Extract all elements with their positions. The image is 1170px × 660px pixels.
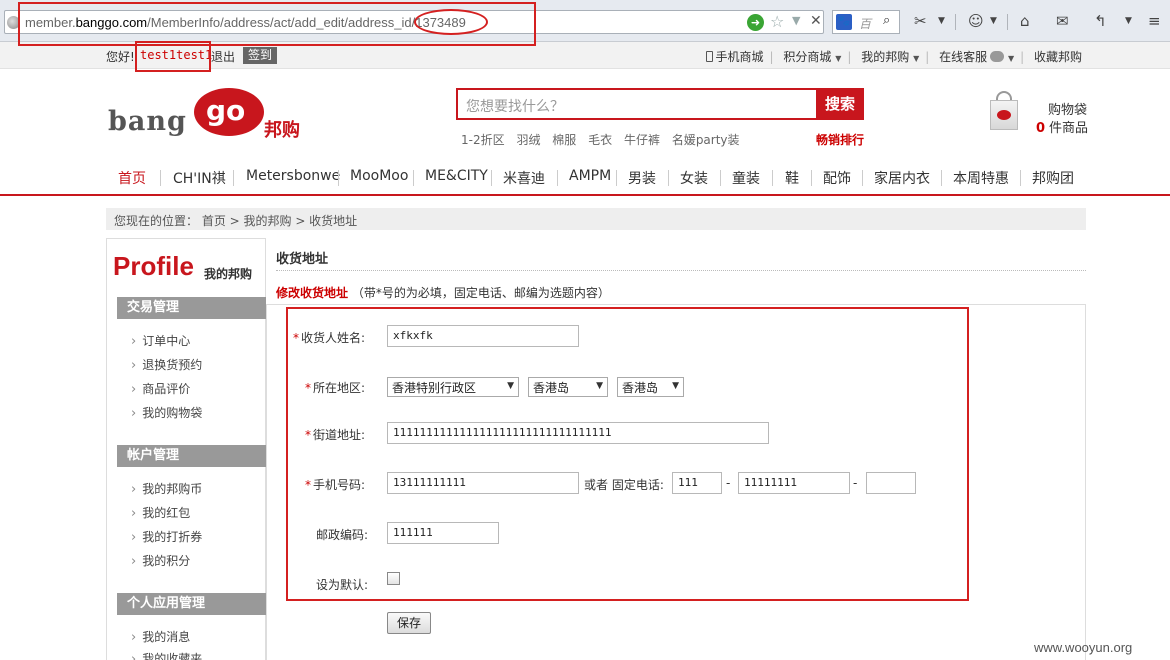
- watermark-text: www.wooyun.org: [1034, 640, 1133, 655]
- nav-item[interactable]: 鞋: [785, 168, 799, 188]
- baidu-icon: 🐾: [836, 14, 852, 30]
- sidebar-item-points[interactable]: 我的积分: [131, 552, 190, 569]
- go-arrow-icon[interactable]: ➜: [747, 14, 764, 31]
- account-sidebar: Profile 我的邦购 交易管理 订单中心 退换货预约 商品评价 我的购物袋 …: [106, 238, 266, 660]
- address-id-highlight: [414, 9, 488, 35]
- chat-bubble-icon: [990, 51, 1005, 62]
- magnifier-icon[interactable]: ⌕: [883, 13, 890, 28]
- hot-word-link[interactable]: 毛衣: [588, 133, 612, 147]
- main-nav: 首页 CH'IN祺 Metersbonwe MooMoo ME&CITY 米喜迪…: [0, 160, 1170, 196]
- chevron-down-icon[interactable]: ▼: [990, 16, 997, 26]
- form-subtitle: 修改收货地址 （带*号的为必填，固定电话、邮编为选题内容）: [276, 286, 610, 300]
- nav-item[interactable]: MooMoo: [350, 168, 408, 184]
- search-engine-label: 百: [859, 17, 872, 31]
- sidebar-item-reviews[interactable]: 商品评价: [131, 380, 190, 397]
- cart-count: 0 件商品: [1036, 121, 1089, 136]
- toolbar-divider: [1007, 14, 1008, 30]
- site-search-input[interactable]: 您想要找什么？: [456, 88, 818, 120]
- menu-icon[interactable]: ≡: [1148, 12, 1161, 30]
- my-banggo-link[interactable]: 我的邦购 ▼: [861, 50, 919, 64]
- cart-label[interactable]: 购物袋: [1048, 99, 1087, 118]
- stop-icon[interactable]: ✕: [810, 13, 822, 29]
- online-service-link[interactable]: 在线客服 ▼: [939, 50, 1014, 64]
- caret-down-icon: ▼: [835, 54, 842, 63]
- reply-icon[interactable]: ↰: [1094, 12, 1107, 30]
- caret-down-icon: ▼: [1007, 54, 1015, 63]
- nav-item[interactable]: 本周特惠: [953, 168, 1009, 188]
- banggo-logo[interactable]: bang go 邦购: [106, 84, 306, 144]
- nav-item[interactable]: ME&CITY: [425, 168, 488, 184]
- nav-item[interactable]: 配饰: [823, 168, 851, 188]
- sidebar-item-bag[interactable]: 我的购物袋: [131, 404, 202, 421]
- screenshot-icon[interactable]: ✂: [914, 12, 927, 30]
- points-mall-link[interactable]: 积分商城 ▼: [783, 50, 841, 64]
- breadcrumb: 您现在的位置： 首页 > 我的邦购 > 收货地址: [106, 208, 1086, 230]
- page-title: 收货地址: [276, 252, 329, 267]
- greeting-text: 您好!: [106, 50, 135, 64]
- section-account-management: 帐户管理: [117, 445, 266, 467]
- nav-item[interactable]: AMPM: [569, 168, 611, 184]
- nav-item[interactable]: Metersbonwe: [246, 168, 340, 184]
- toolbar-divider: [955, 14, 956, 30]
- section-personal-apps: 个人应用管理: [117, 593, 266, 615]
- search-button[interactable]: 搜索: [816, 88, 864, 120]
- nav-item[interactable]: 家居内衣: [874, 168, 930, 188]
- hot-word-link[interactable]: 羽绒: [516, 133, 540, 147]
- form-highlight-box: [286, 307, 969, 601]
- shopping-bag-icon[interactable]: [988, 90, 1020, 132]
- save-button[interactable]: 保存: [387, 612, 431, 634]
- sidebar-item-orders[interactable]: 订单中心: [131, 332, 190, 349]
- search-placeholder: 您想要找什么？: [466, 99, 564, 115]
- nav-item[interactable]: 邦购团: [1032, 168, 1074, 188]
- nav-item-home[interactable]: 首页: [118, 168, 146, 188]
- sidebar-item-messages[interactable]: 我的消息: [131, 628, 190, 645]
- divider: [276, 270, 1086, 271]
- utility-links: 手机商城 | 积分商城 ▼ | 我的邦购 ▼ | 在线客服 ▼ | 收藏邦购: [702, 48, 1086, 65]
- bookmark-site-link[interactable]: 收藏邦购: [1034, 50, 1082, 64]
- logout-link[interactable]: 退出: [211, 48, 235, 65]
- sidebar-item-returns[interactable]: 退换货预约: [131, 356, 202, 373]
- bookmark-star-icon[interactable]: ☆: [770, 12, 784, 31]
- signin-button[interactable]: 签到: [243, 47, 278, 64]
- profile-heading: Profile: [113, 251, 194, 281]
- sidebar-item-coupons[interactable]: 我的打折券: [131, 528, 202, 545]
- hot-word-link[interactable]: 牛仔裤: [624, 133, 660, 147]
- browser-search-box[interactable]: 🐾 百 ⌕: [832, 10, 900, 34]
- history-dropdown-icon[interactable]: ▼: [792, 14, 800, 27]
- sidebar-item-favorites[interactable]: 我的收藏夹: [131, 650, 202, 660]
- nav-item[interactable]: 米喜迪: [503, 168, 545, 188]
- sidebar-item-redpacket[interactable]: 我的红包: [131, 504, 190, 521]
- phone-icon: [706, 51, 714, 62]
- mail-icon[interactable]: ✉: [1056, 12, 1069, 30]
- hot-word-link[interactable]: 1-2折区: [461, 133, 505, 147]
- hot-search-words: 1-2折区 羽绒 棉服 毛衣 牛仔裤 名媛party装: [461, 131, 748, 148]
- chevron-down-icon[interactable]: ▼: [938, 16, 945, 26]
- nav-item[interactable]: 童装: [732, 168, 760, 188]
- nav-item[interactable]: CH'IN祺: [173, 168, 226, 188]
- mobile-mall-link[interactable]: 手机商城: [706, 50, 763, 64]
- nav-item[interactable]: 女装: [680, 168, 708, 188]
- username-highlight-box: [135, 41, 211, 72]
- hot-word-link[interactable]: 名媛party装: [672, 133, 740, 147]
- hot-word-link[interactable]: 棉服: [552, 133, 576, 147]
- caret-down-icon: ▼: [913, 54, 920, 63]
- smiley-icon[interactable]: ☺: [968, 12, 984, 30]
- section-trade-management: 交易管理: [117, 297, 266, 319]
- sidebar-item-coins[interactable]: 我的邦购币: [131, 480, 202, 497]
- home-icon[interactable]: ⌂: [1020, 12, 1030, 30]
- chevron-down-icon[interactable]: ▼: [1125, 16, 1132, 26]
- nav-item[interactable]: 男装: [628, 168, 656, 188]
- bestseller-ranking-link[interactable]: 畅销排行: [816, 131, 864, 148]
- profile-subheading: 我的邦购: [204, 267, 253, 281]
